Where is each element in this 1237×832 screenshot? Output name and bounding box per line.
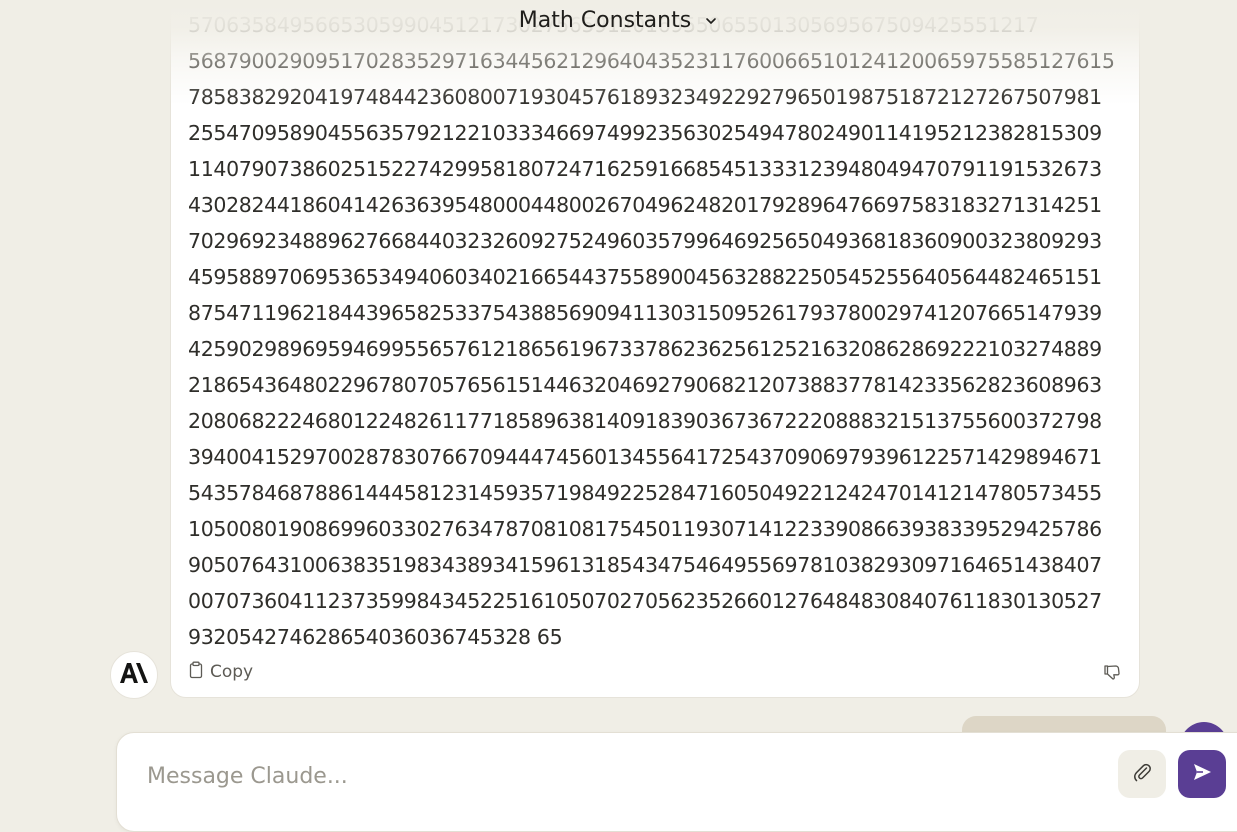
digit-line: 1050080190869960330276347870810817545011… <box>188 517 1102 541</box>
digit-line: 4259029896959469955657612186561967337862… <box>188 337 1102 361</box>
send-button[interactable] <box>1178 750 1226 798</box>
digit-line: 2554709589045563579212210333466974992356… <box>188 121 1102 145</box>
thumbs-down-button[interactable] <box>1103 663 1121 685</box>
digit-line: 3940041529700287830766709444745601345564… <box>188 445 1102 469</box>
paperclip-icon <box>1131 761 1153 787</box>
digit-line: 4595889706953653494060340216654437558900… <box>188 265 1102 289</box>
digit-line: 5687900290951702835297163445621296404352… <box>188 49 1115 73</box>
conversation-title[interactable]: Math Constants <box>0 8 1237 34</box>
message-composer <box>116 732 1237 832</box>
anthropic-logo-icon <box>119 662 149 688</box>
digit-line: 9050764310063835198343893415961318543475… <box>188 553 1102 577</box>
digit-line: 0070736041123735998434522516105070270562… <box>188 589 1102 613</box>
copy-label: Copy <box>210 662 254 682</box>
thumbs-down-icon <box>1103 665 1121 685</box>
copy-button[interactable]: Copy <box>188 660 253 684</box>
digit-line: 4302824418604142636395480004480026704962… <box>188 193 1102 217</box>
conversation-title-label: Math Constants <box>518 8 692 33</box>
digit-line: 932054274628654036036745328 65 <box>188 625 563 649</box>
digit-line: 7858382920419748442360800719304576189323… <box>188 85 1102 109</box>
clipboard-icon <box>188 661 204 684</box>
send-icon <box>1191 761 1213 787</box>
digit-line: 8754711962184439658253375438856909411303… <box>188 301 1102 325</box>
assistant-avatar <box>110 651 158 699</box>
digit-line: 1140790738602515227429958180724716259166… <box>188 157 1102 181</box>
assistant-message-card: 5706358495665305990451217302756591201695… <box>170 0 1140 698</box>
digit-line: 7029692348896276684403232609275249603579… <box>188 229 1102 253</box>
digit-line: 2080682224680122482611771858963814091839… <box>188 409 1102 433</box>
digit-line: 2186543648022967807057656151446320469279… <box>188 373 1102 397</box>
attach-button[interactable] <box>1118 750 1166 798</box>
chevron-down-icon <box>704 9 718 34</box>
digit-line: 5435784687886144458123145935719849225284… <box>188 481 1102 505</box>
message-content: 5706358495665305990451217302756591201695… <box>188 7 1128 655</box>
message-input[interactable] <box>145 759 1049 793</box>
